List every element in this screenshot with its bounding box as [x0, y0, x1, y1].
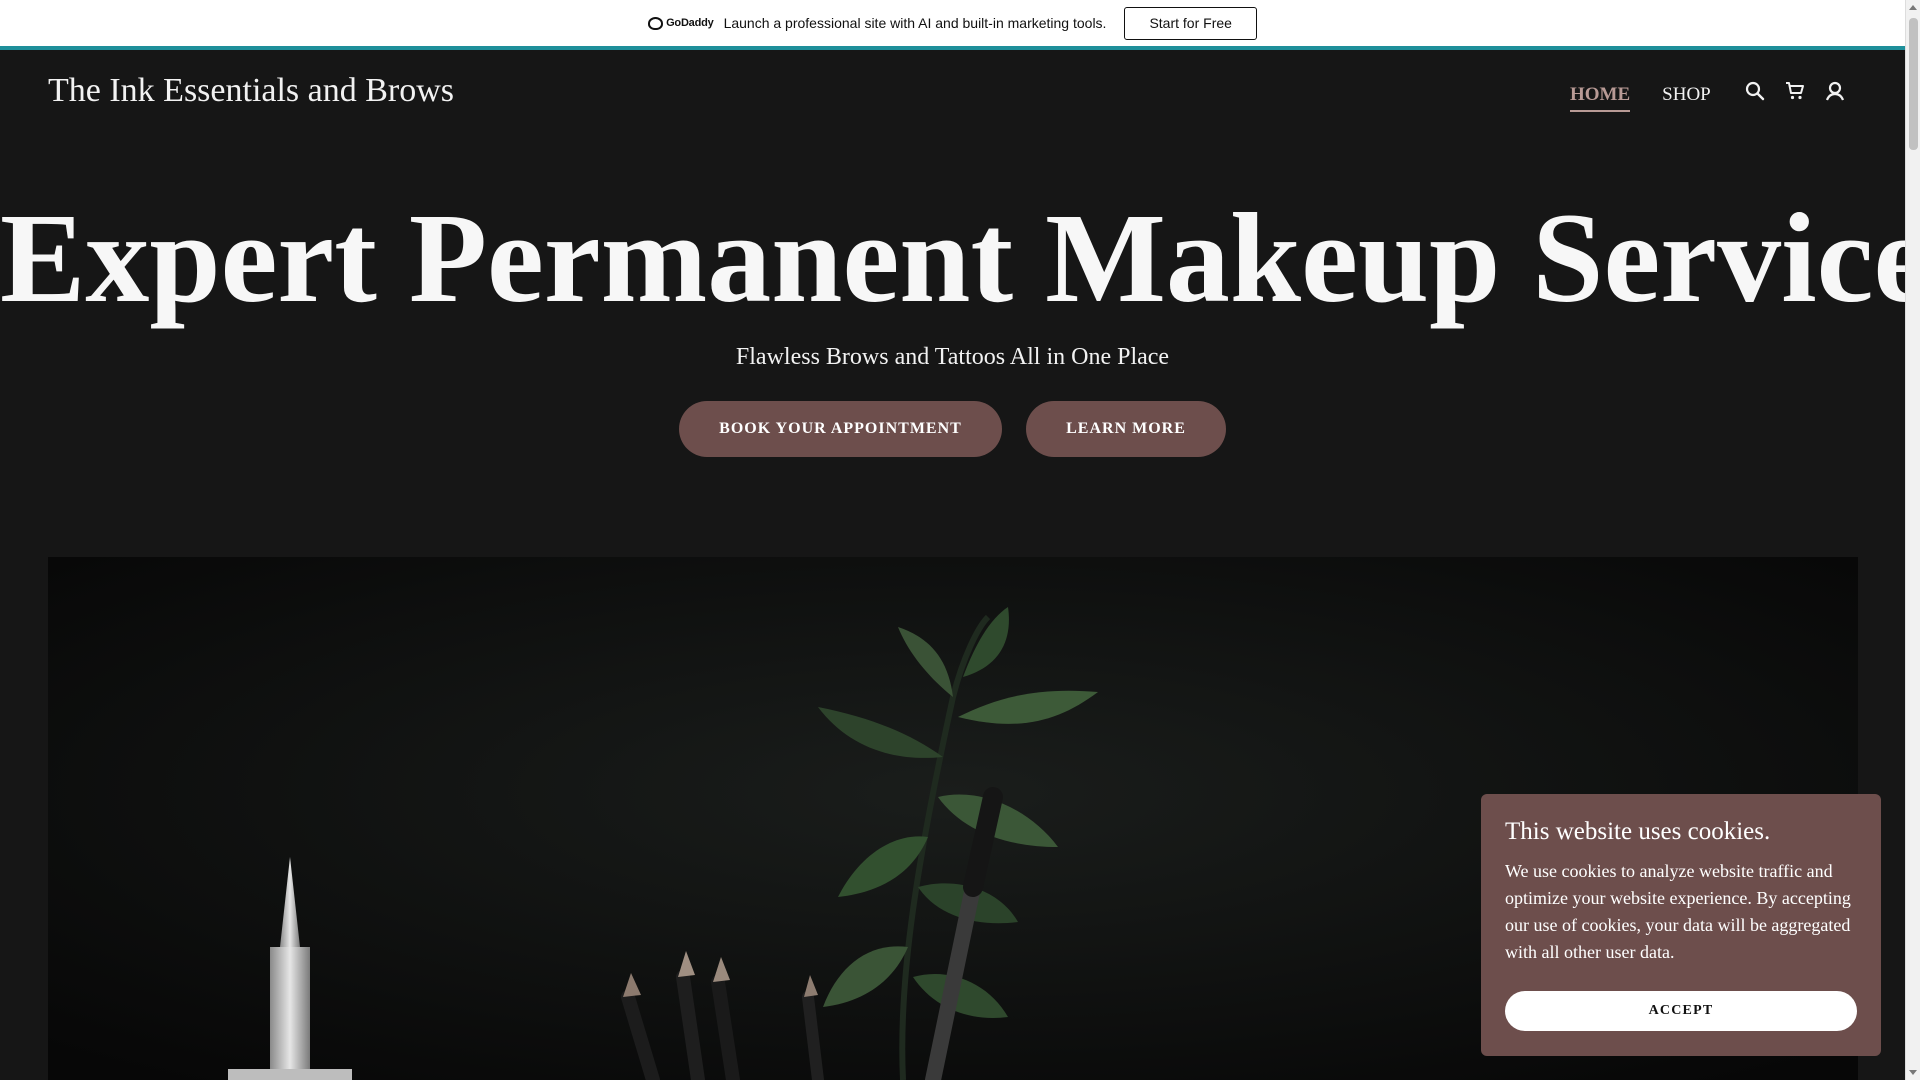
site-header: The Ink Essentials and Brows HOME SHOP [0, 50, 1905, 140]
header-icons [1744, 80, 1846, 102]
cookie-title: This website uses cookies. [1505, 818, 1771, 845]
cookie-banner: This website uses cookies. We use cookie… [1481, 794, 1881, 1056]
nav-home[interactable]: HOME [1570, 84, 1631, 112]
start-for-free-button[interactable]: Start for Free [1124, 6, 1257, 40]
book-appointment-button[interactable]: BOOK YOUR APPOINTMENT [679, 401, 1002, 457]
hero-subtitle: Flawless Brows and Tattoos All in One Pl… [735, 344, 1170, 370]
nav-shop[interactable]: SHOP [1662, 84, 1711, 112]
scroll-thumb[interactable] [1909, 18, 1918, 150]
hero-title: Expert Permanent Makeup Services [0, 187, 1920, 329]
godaddy-mark-icon [648, 16, 664, 30]
site-title[interactable]: The Ink Essentials and Brows [48, 72, 454, 110]
godaddy-logo-text: GoDaddy [666, 17, 714, 29]
accept-cookies-button[interactable]: ACCEPT [1505, 991, 1857, 1031]
promo-message: Launch a professional site with AI and b… [723, 15, 1107, 31]
cart-icon[interactable] [1784, 80, 1806, 102]
godaddy-logo: GoDaddy [648, 16, 714, 30]
promo-bar: GoDaddy Launch a professional site with … [0, 0, 1905, 46]
scroll-up-arrow-icon[interactable] [1909, 5, 1917, 10]
account-icon[interactable] [1824, 80, 1846, 102]
scroll-down-arrow-icon[interactable] [1909, 1070, 1917, 1075]
page-scrollbar[interactable] [1905, 0, 1920, 1080]
search-icon[interactable] [1744, 80, 1766, 102]
cookie-body: We use cookies to analyze website traffi… [1505, 861, 1851, 962]
hero-buttons: BOOK YOUR APPOINTMENT LEARN MORE [0, 401, 1905, 457]
learn-more-button[interactable]: LEARN MORE [1026, 401, 1226, 457]
main-nav: HOME SHOP [1570, 84, 1711, 112]
